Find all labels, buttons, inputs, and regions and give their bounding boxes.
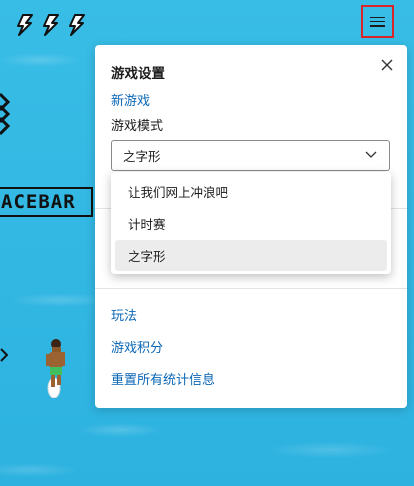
menu-button[interactable] bbox=[361, 5, 394, 38]
dropdown-option-surf[interactable]: 让我们网上冲浪吧 bbox=[115, 176, 387, 207]
spacebar-text: ACEBAR bbox=[1, 191, 76, 213]
how-to-play-link[interactable]: 玩法 bbox=[111, 305, 137, 324]
close-icon[interactable] bbox=[380, 58, 394, 72]
panel-title: 游戏设置 bbox=[111, 66, 165, 82]
chevron-arrows-icon bbox=[0, 92, 10, 136]
spacebar-hint: ACEBAR bbox=[0, 187, 93, 217]
game-mode-dropdown: 让我们网上冲浪吧 计时赛 之字形 bbox=[111, 172, 391, 274]
dropdown-option-zigzag[interactable]: 之字形 bbox=[115, 240, 387, 271]
chevron-down-icon bbox=[365, 151, 377, 158]
new-game-link[interactable]: 新游戏 bbox=[111, 90, 150, 109]
game-mode-selected-value: 之字形 bbox=[123, 149, 161, 164]
surfer-character bbox=[46, 339, 65, 398]
lives-indicator bbox=[14, 14, 88, 36]
hamburger-menu-icon bbox=[370, 16, 385, 27]
lightning-bolt-icon bbox=[69, 14, 85, 36]
game-mode-select[interactable]: 之字形 bbox=[111, 140, 390, 171]
arrow-right-icon bbox=[0, 348, 8, 362]
reset-stats-link[interactable]: 重置所有统计信息 bbox=[111, 369, 215, 388]
dropdown-option-time-trial[interactable]: 计时赛 bbox=[115, 208, 387, 239]
game-mode-label: 游戏模式 bbox=[111, 119, 164, 134]
divider bbox=[95, 288, 407, 289]
lightning-bolt-icon bbox=[43, 14, 59, 36]
game-stats-link[interactable]: 游戏积分 bbox=[111, 337, 163, 356]
lightning-bolt-icon bbox=[17, 14, 33, 36]
